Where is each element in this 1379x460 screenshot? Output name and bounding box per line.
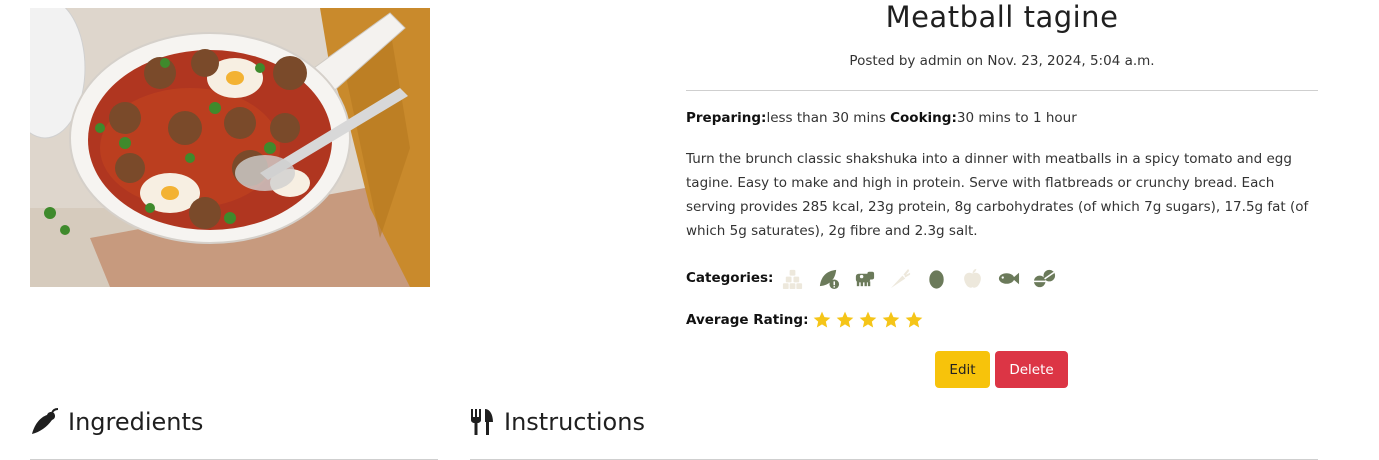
star-icon	[814, 311, 831, 328]
categories-label: Categories:	[686, 270, 774, 286]
recipe-description: Turn the brunch classic shakshuka into a…	[686, 151, 1309, 239]
edit-button[interactable]: Edit	[935, 351, 990, 388]
carrot-icon	[891, 268, 911, 288]
categories-row: Categories:	[686, 262, 1069, 294]
preparing-value: less than 30 mins	[766, 110, 886, 126]
star-icon	[906, 311, 923, 328]
cubes-icon	[783, 269, 803, 289]
ingredients-heading: Ingredients	[30, 407, 203, 437]
star-icon	[883, 311, 900, 328]
divider	[686, 90, 1318, 91]
egg-icon	[929, 269, 945, 289]
delete-button[interactable]: Delete	[995, 351, 1068, 388]
utensils-icon	[471, 409, 493, 435]
ingredients-title: Ingredients	[68, 408, 204, 436]
apple-icon	[964, 268, 982, 288]
cow-icon	[856, 271, 875, 286]
star-icon	[860, 311, 877, 328]
leaf-warning-icon	[820, 269, 840, 289]
cooking-label: Cooking:	[890, 110, 957, 126]
recipe-image	[30, 8, 430, 287]
posted-meta: Posted by admin on Nov. 23, 2024, 5:04 a…	[849, 53, 1155, 69]
preparing-label: Preparing:	[686, 110, 767, 126]
pills-icon	[1034, 269, 1056, 287]
rating-stars	[812, 310, 927, 330]
fish-icon	[999, 272, 1020, 284]
recipe-times: Preparing:less than 30 mins Cooking:30 m…	[686, 110, 1077, 126]
star-icon	[837, 311, 854, 328]
recipe-title: Meatball tagine	[885, 0, 1119, 34]
chili-pepper-icon	[32, 408, 59, 434]
average-rating: Average Rating:	[686, 310, 927, 330]
cooking-value: 30 mins to 1 hour	[956, 110, 1077, 126]
instructions-title: Instructions	[504, 408, 645, 436]
instructions-heading: Instructions	[470, 407, 645, 437]
rating-label: Average Rating:	[686, 312, 809, 328]
